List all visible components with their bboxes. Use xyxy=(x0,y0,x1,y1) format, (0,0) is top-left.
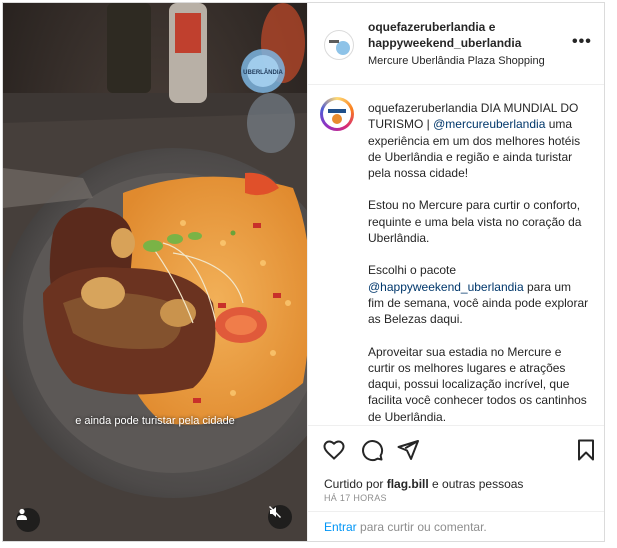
send-icon[interactable] xyxy=(396,438,420,462)
post-card: UBERLÂNDIA e ainda pode turistar pela ci… xyxy=(2,2,605,542)
caption-area[interactable]: oquefazeruberlandia DIA MUNDIAL DO TURIS… xyxy=(308,85,604,425)
heart-icon[interactable] xyxy=(322,438,346,462)
caption-username[interactable]: oquefazeruberlandia xyxy=(368,101,477,115)
mention-link[interactable]: @happyweekend_uberlandia xyxy=(368,280,524,294)
post-header: oquefazeruberlandia e happyweekend_uberl… xyxy=(308,3,604,85)
likes-summary[interactable]: Curtido por flag.bill e outras pessoas xyxy=(324,477,523,491)
post-media[interactable]: UBERLÂNDIA e ainda pode turistar pela ci… xyxy=(3,3,307,541)
caption-lead: Escolhi o pacote xyxy=(368,263,457,278)
svg-text:UBERLÂNDIA: UBERLÂNDIA xyxy=(243,69,283,76)
location-link[interactable]: Mercure Uberlândia Plaza Shopping xyxy=(368,55,545,67)
comment-bar: Entrar para curtir ou comentar. xyxy=(308,511,604,541)
mention-link[interactable]: @mercureuberlandia xyxy=(433,117,545,131)
liker-username[interactable]: flag.bill xyxy=(387,477,429,491)
user-icon xyxy=(17,508,27,520)
comment-prompt: para curtir ou comentar. xyxy=(356,520,487,534)
caption-author-avatar[interactable] xyxy=(320,97,354,131)
video-subtitle: e ainda pode turistar pela cidade xyxy=(75,415,235,427)
likes-prefix: Curtido por xyxy=(324,477,387,491)
login-link[interactable]: Entrar xyxy=(324,520,357,534)
caption-paragraph: Estou no Mercure para curtir o conforto,… xyxy=(368,198,582,246)
post-sidebar: oquefazeruberlandia e happyweekend_uberl… xyxy=(307,3,604,541)
user-tag-button[interactable] xyxy=(16,508,40,532)
caption-paragraph: Aproveitar sua estadia no Mercure e curt… xyxy=(368,344,587,424)
comment-icon[interactable] xyxy=(360,438,384,462)
bookmark-icon[interactable] xyxy=(574,438,598,462)
brand-badge-logo: UBERLÂNDIA xyxy=(239,47,287,95)
post-timestamp[interactable]: HÁ 17 HORAS xyxy=(324,493,387,503)
mute-toggle-button[interactable] xyxy=(268,505,292,529)
author-avatar[interactable] xyxy=(324,30,354,60)
likes-suffix: e outras pessoas xyxy=(428,477,524,491)
caption-text: oquefazeruberlandia DIA MUNDIAL DO TURIS… xyxy=(368,100,590,425)
author-usernames[interactable]: oquefazeruberlandia e happyweekend_uberl… xyxy=(368,19,558,51)
action-bar xyxy=(308,425,604,471)
login-to-comment: Entrar para curtir ou comentar. xyxy=(324,520,487,534)
more-options-button[interactable]: ••• xyxy=(572,34,592,50)
speaker-muted-icon xyxy=(269,506,281,518)
